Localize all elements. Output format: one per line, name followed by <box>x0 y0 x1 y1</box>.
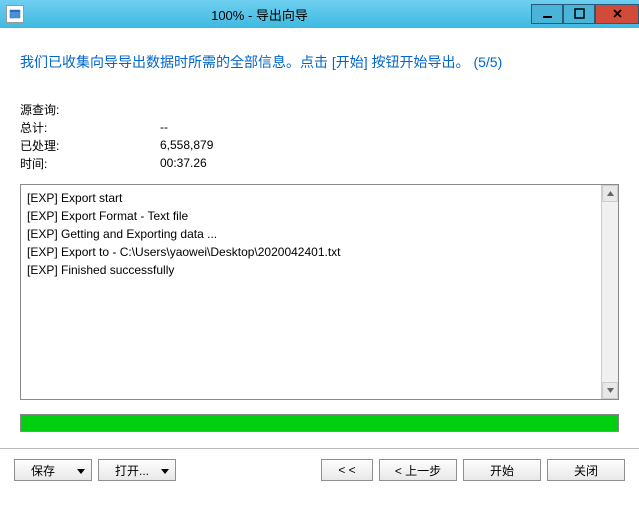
first-button[interactable]: < < <box>321 459 373 481</box>
minimize-button[interactable] <box>531 4 563 24</box>
titlebar: 100% - 导出向导 <box>0 0 639 28</box>
stat-label: 时间: <box>20 155 160 172</box>
chevron-down-icon <box>161 463 169 477</box>
window-controls <box>531 5 639 24</box>
log-line: [EXP] Getting and Exporting data ... <box>27 225 598 243</box>
scroll-down-button[interactable] <box>602 382 618 399</box>
open-button-label: 打开... <box>115 462 149 479</box>
open-button[interactable]: 打开... <box>98 459 176 481</box>
scroll-up-button[interactable] <box>602 185 618 202</box>
wizard-heading: 我们已收集向导导出数据时所需的全部信息。点击 [开始] 按钮开始导出。 (5/5… <box>20 52 619 72</box>
maximize-button[interactable] <box>563 4 595 24</box>
content-area: 我们已收集向导导出数据时所需的全部信息。点击 [开始] 按钮开始导出。 (5/5… <box>0 28 639 400</box>
save-button[interactable]: 保存 <box>14 459 92 481</box>
stat-row-source-query: 源查询: <box>20 100 619 118</box>
stat-row-time: 时间: 00:37.26 <box>20 154 619 172</box>
stat-label: 源查询: <box>20 101 160 118</box>
stat-label: 已处理: <box>20 137 160 154</box>
stat-value: 00:37.26 <box>160 156 207 170</box>
log-line: [EXP] Export start <box>27 189 598 207</box>
stat-row-total: 总计: -- <box>20 118 619 136</box>
stat-row-processed: 已处理: 6,558,879 <box>20 136 619 154</box>
log-line: [EXP] Finished successfully <box>27 261 598 279</box>
start-button[interactable]: 开始 <box>463 459 541 481</box>
chevron-down-icon <box>77 463 85 477</box>
stat-value: -- <box>160 120 168 134</box>
stat-value: 6,558,879 <box>160 138 213 152</box>
window-title: 100% - 导出向导 <box>0 5 519 24</box>
log-textarea[interactable]: [EXP] Export start[EXP] Export Format - … <box>20 184 619 400</box>
close-window-button[interactable] <box>595 4 639 24</box>
prev-button[interactable]: < 上一步 <box>379 459 457 481</box>
progress-bar <box>20 414 619 432</box>
stats-panel: 源查询: 总计: -- 已处理: 6,558,879 时间: 00:37.26 <box>20 100 619 172</box>
log-content: [EXP] Export start[EXP] Export Format - … <box>21 185 618 283</box>
log-line: [EXP] Export Format - Text file <box>27 207 598 225</box>
log-line: [EXP] Export to - C:\Users\yaowei\Deskto… <box>27 243 598 261</box>
close-button[interactable]: 关闭 <box>547 459 625 481</box>
scrollbar[interactable] <box>601 185 618 399</box>
stat-label: 总计: <box>20 119 160 136</box>
save-button-label: 保存 <box>31 462 55 479</box>
button-bar: 保存 打开... < < < 上一步 开始 关闭 <box>0 449 639 491</box>
